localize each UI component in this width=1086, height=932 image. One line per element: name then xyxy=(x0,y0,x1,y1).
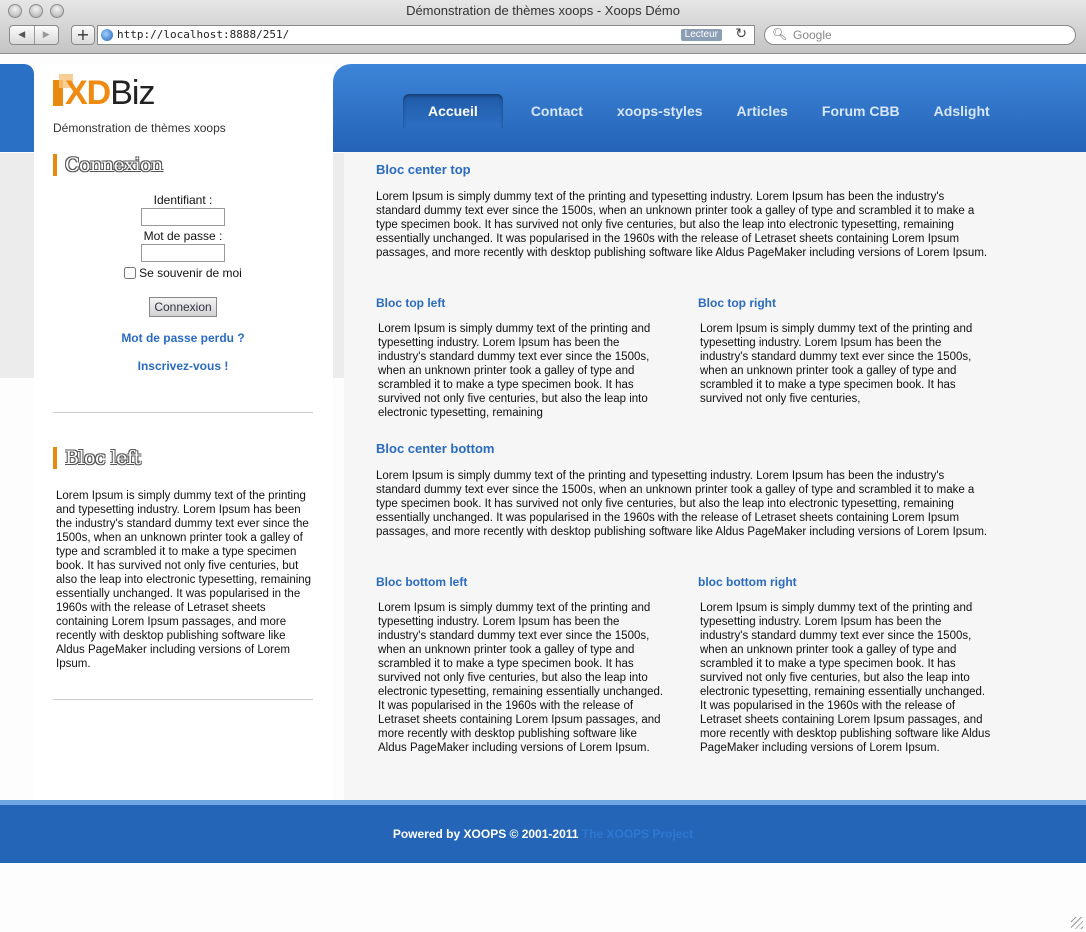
history-buttons: ◀ ▶ xyxy=(9,25,59,45)
remember-me-label: Se souvenir de moi xyxy=(139,266,242,280)
search-placeholder: Google xyxy=(793,28,832,42)
login-block-title: Connexion xyxy=(53,154,163,176)
browser-toolbar: Démonstration de thèmes xoops - Xoops Dé… xyxy=(0,0,1086,54)
site-logo[interactable]: XDBiz xyxy=(53,74,193,112)
main-nav: Accueil Contact xoops-styles Articles Fo… xyxy=(403,94,1024,128)
login-form: Identifiant : Mot de passe : Se souvenir… xyxy=(53,193,313,373)
top-left-title: Bloc top left xyxy=(376,296,446,310)
nav-item-accueil[interactable]: Accueil xyxy=(403,94,503,128)
lost-password-link[interactable]: Mot de passe perdu ? xyxy=(53,331,313,345)
globe-icon xyxy=(101,29,113,41)
nav-item-xoops-styles[interactable]: xoops-styles xyxy=(617,94,703,128)
bottom-right-text: Lorem Ipsum is simply dummy text of the … xyxy=(700,602,991,754)
reload-icon[interactable]: ↻ xyxy=(735,26,747,42)
nav-item-forum-cbb[interactable]: Forum CBB xyxy=(822,94,900,128)
password-label: Mot de passe : xyxy=(143,229,223,243)
top-right-title: Bloc top right xyxy=(698,296,776,310)
top-right-text: Lorem Ipsum is simply dummy text of the … xyxy=(700,323,973,405)
logo-biz: Biz xyxy=(110,74,155,112)
site-subtitle: Démonstration de thèmes xoops xyxy=(53,121,226,135)
center-top-title: Bloc center top xyxy=(376,162,471,177)
register-link[interactable]: Inscrivez-vous ! xyxy=(53,359,313,373)
nav-item-adslight[interactable]: Adslight xyxy=(934,94,990,128)
search-field[interactable]: 🔍︎ Google xyxy=(764,25,1076,45)
nav-item-contact[interactable]: Contact xyxy=(531,94,583,128)
forward-icon[interactable]: ▶ xyxy=(33,26,59,44)
top-left-text: Lorem Ipsum is simply dummy text of the … xyxy=(378,323,651,419)
nav-item-articles[interactable]: Articles xyxy=(737,94,788,128)
bottom-right-title: bloc bottom right xyxy=(698,575,797,589)
left-block-title: Bloc left xyxy=(53,447,141,469)
sidebar-divider xyxy=(53,699,313,701)
remember-me-checkbox[interactable] xyxy=(124,267,137,279)
window-title: Démonstration de thèmes xoops - Xoops Dé… xyxy=(406,3,680,18)
center-bottom-text: Lorem Ipsum is simply dummy text of the … xyxy=(376,470,988,538)
header-blue-left xyxy=(0,64,34,152)
footer-powered-text: Powered by XOOPS © 2001-2011 xyxy=(392,827,579,841)
bottom-left-title: Bloc bottom left xyxy=(376,575,468,589)
center-bottom-title: Bloc center bottom xyxy=(376,441,495,456)
username-input[interactable] xyxy=(141,208,225,226)
logo-xd: XD xyxy=(65,74,111,112)
bottom-left-text: Lorem Ipsum is simply dummy text of the … xyxy=(378,602,664,754)
remember-me-row: Se souvenir de moi xyxy=(53,266,313,280)
sidebar-divider xyxy=(53,412,313,414)
page-footer: Powered by XOOPS © 2001-2011 The XOOPS P… xyxy=(0,800,1086,863)
resize-grip-icon[interactable] xyxy=(1071,917,1083,929)
login-button[interactable]: Connexion xyxy=(149,297,217,317)
add-bookmark-button[interactable]: + xyxy=(71,25,95,45)
back-icon[interactable]: ◀ xyxy=(10,26,34,44)
xoops-project-link[interactable]: The XOOPS Project xyxy=(582,827,693,841)
username-label: Identifiant : xyxy=(153,193,213,207)
search-icon: 🔍︎ xyxy=(772,27,788,41)
reader-button[interactable]: Lecteur xyxy=(680,29,722,41)
center-top-text: Lorem Ipsum is simply dummy text of the … xyxy=(376,191,988,259)
web-page: XDBiz Démonstration de thèmes xoops Accu… xyxy=(0,55,1086,932)
left-block-text: Lorem Ipsum is simply dummy text of the … xyxy=(56,490,312,670)
url-text[interactable]: http://localhost:8888/251/ xyxy=(117,28,289,41)
address-bar[interactable]: http://localhost:8888/251/ Lecteur ↻ xyxy=(97,25,755,45)
password-input[interactable] xyxy=(141,244,225,262)
